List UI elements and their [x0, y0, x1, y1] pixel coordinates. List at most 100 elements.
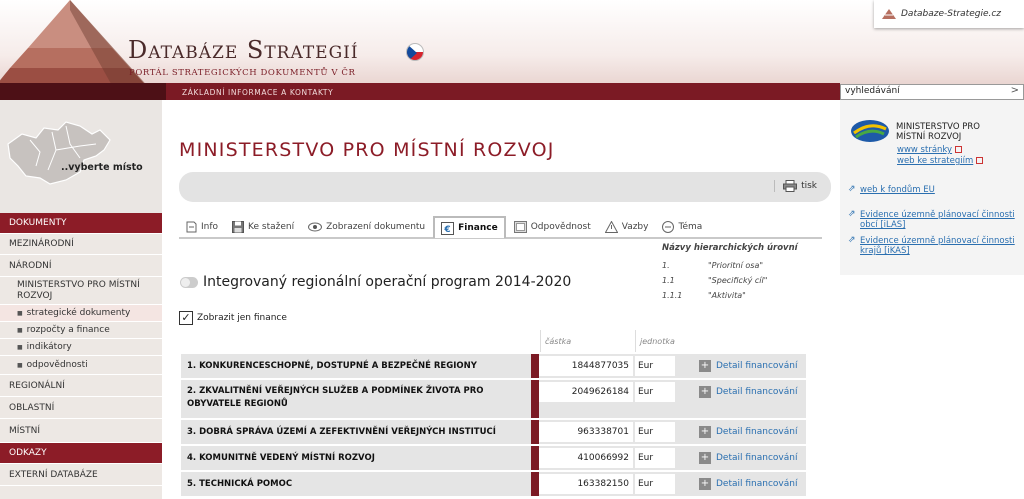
unit-cell: Eur [635, 448, 675, 468]
print-button[interactable]: tisk [774, 180, 817, 192]
detail-financing-link[interactable]: + Detail financování [699, 478, 797, 490]
table-row: 4. KOMUNITNĚ VEDENÝ MÍSTNÍ ROZVOJ 410066… [181, 446, 806, 470]
nav-label: ODKAZY [9, 448, 47, 458]
finance-only-checkbox[interactable]: ✓ [179, 311, 193, 325]
czech-flag-icon [406, 43, 424, 61]
tab-label: Téma [678, 222, 703, 232]
arrow-icon: ⇗ [848, 235, 856, 245]
hierarchy-levels-title: Názvy hierarchických úrovní [662, 243, 798, 253]
nav-national[interactable]: NÁRODNÍ [0, 255, 162, 277]
tab-label: Vazby [621, 222, 649, 232]
detail-label: Detail financování [716, 479, 798, 489]
amount-cell: 1844877035 [539, 356, 633, 376]
column-divider [635, 330, 636, 352]
nav-strategic-documents[interactable]: strategické dokumenty [0, 305, 162, 322]
search-input[interactable]: vyhledávání > [840, 84, 1024, 100]
tab-finance[interactable]: € Finance [433, 216, 506, 238]
nav-international[interactable]: MEZINÁRODNÍ [0, 234, 162, 255]
tab-info[interactable]: Info [179, 217, 224, 237]
row-marker [531, 472, 539, 496]
table-row: 5. TECHNICKÁ POMOC 163382150 Eur + Detail… [181, 472, 806, 496]
tab-topic[interactable]: Téma [656, 217, 708, 237]
tab-relations[interactable]: Vazby [599, 217, 655, 237]
detail-financing-link[interactable]: + Detail financování [699, 452, 797, 464]
external-link-icon [976, 157, 984, 164]
level-number: 1.1 [662, 276, 675, 285]
svg-text:€: € [444, 225, 451, 235]
link-label: Evidence územně plánovací činnosti krajů… [860, 236, 1015, 256]
save-disk-icon [232, 221, 245, 233]
priority-axis-name[interactable]: 3. DOBRÁ SPRÁVA ÚZEMÍ A ZEFEKTIVNĚNÍ VEŘ… [187, 426, 496, 439]
left-sidebar: ..vyberte místo DOKUMENTY MEZINÁRODNÍ NÁ… [0, 100, 162, 499]
plus-icon: + [699, 386, 711, 398]
strategies-web-link[interactable]: web ke strategiím [897, 156, 984, 166]
finance-only-label: Zobrazit jen finance [197, 313, 287, 323]
level-name: "Specifický cíl" [708, 276, 768, 285]
detail-financing-link[interactable]: + Detail financování [699, 426, 797, 438]
finance-only-filter[interactable]: ✓ Zobrazit jen finance [179, 311, 287, 325]
nav-ministry[interactable]: MINISTERSTVO PRO MÍSTNÍ ROZVOJ [0, 277, 162, 305]
detail-financing-link[interactable]: + Detail financování [699, 386, 797, 398]
hierarchy-levels: Názvy hierarchických úrovní 1. "Prioritní… [662, 243, 798, 303]
link-label: Evidence územně plánovací činnosti obcí … [860, 210, 1015, 230]
nav-label: indikátory [26, 342, 72, 352]
nav-local[interactable]: MÍSTNÍ [0, 419, 162, 443]
choose-place-label: ..vyberte místo [61, 162, 143, 173]
program-heading: Integrovaný regionální operační program … [180, 274, 571, 290]
unit-cell: Eur [635, 356, 675, 376]
level-number: 1.1.1 [662, 291, 683, 300]
nav-regional[interactable]: REGIONÁLNÍ [0, 375, 162, 397]
hierarchy-level-row: 1. "Prioritní osa" [662, 258, 798, 273]
print-label: tisk [801, 181, 817, 191]
amount-cell: 2049626184 [539, 382, 633, 402]
unit-cell: Eur [635, 422, 675, 442]
brand-title[interactable]: Databáze Strategií [128, 36, 359, 64]
nav-indicators[interactable]: indikátory [0, 339, 162, 356]
brand-subtitle: PORTÁL STRATEGICKÝCH DOKUMENTŮ V ČR [129, 68, 356, 78]
tab-label: Info [201, 222, 219, 232]
row-marker [531, 446, 539, 470]
priority-axis-name[interactable]: 5. TECHNICKÁ POMOC [187, 478, 292, 491]
topic-circle-icon [662, 221, 675, 233]
arrow-icon: ⇗ [848, 184, 856, 194]
unit-cell: Eur [635, 382, 675, 402]
column-header-amount: částka [545, 337, 572, 346]
nav-external-databases[interactable]: EXTERNÍ DATABÁZE [0, 464, 162, 486]
table-row: 1. KONKURENCESCHOPNÉ, DOSTUPNÉ A BEZPEČN… [181, 354, 806, 378]
nav-area[interactable]: OBLASTNÍ [0, 397, 162, 419]
unit-cell: Eur [635, 474, 675, 494]
nav-label: MÍSTNÍ [9, 425, 41, 436]
expand-toggle-icon[interactable] [180, 276, 198, 288]
row-marker [531, 354, 539, 378]
eye-icon [308, 222, 323, 232]
row-marker [531, 380, 539, 418]
priority-axis-name[interactable]: 1. KONKURENCESCHOPNÉ, DOSTUPNÉ A BEZPEČN… [187, 360, 477, 373]
info-contacts-link[interactable]: ZÁKLADNÍ INFORMACE A KONTAKTY [182, 88, 333, 97]
eu-funds-web-link[interactable]: web k fondům EU [860, 185, 935, 195]
detail-label: Detail financování [716, 361, 798, 371]
priority-axis-name[interactable]: 4. KOMUNITNĚ VEDENÝ MÍSTNÍ ROZVOJ [187, 452, 375, 465]
pyramid-icon [882, 9, 896, 19]
search-arrow-icon[interactable]: > [1011, 85, 1019, 96]
nav-links[interactable]: ODKAZY [0, 443, 162, 464]
region-map[interactable]: ..vyberte místo [0, 100, 162, 213]
tab-downloads[interactable]: Ke stažení [226, 217, 300, 237]
nav-responsibilities[interactable]: odpovědnosti [0, 356, 162, 375]
tab-responsibility[interactable]: Odpovědnost [508, 217, 597, 237]
detail-label: Detail financování [716, 427, 798, 437]
priority-axis-name[interactable]: 2. ZKVALITNĚNÍ VEŘEJNÝCH SLUŽEB A PODMÍN… [187, 385, 517, 411]
ikas-evidence-link[interactable]: Evidence územně plánovací činnosti krajů… [860, 236, 1024, 256]
ilas-evidence-link[interactable]: Evidence územně plánovací činnosti obcí … [860, 210, 1024, 230]
ministry-website-link[interactable]: www stránky [897, 145, 963, 155]
tab-label: Odpovědnost [530, 222, 591, 232]
nav-label: MINISTERSTVO PRO MÍSTNÍ ROZVOJ [17, 279, 140, 301]
link-label: www stránky [897, 145, 953, 155]
responsibility-icon [513, 221, 527, 233]
detail-financing-link[interactable]: + Detail financování [699, 360, 797, 372]
nav-label: EXTERNÍ DATABÁZE [9, 469, 98, 480]
tab-document-view[interactable]: Zobrazení dokumentu [302, 217, 431, 237]
nav-budgets-finance[interactable]: rozpočty a finance [0, 322, 162, 339]
site-tab[interactable]: Databaze-Strategie.cz [874, 0, 1024, 28]
nav-documents[interactable]: DOKUMENTY [0, 213, 162, 234]
warning-triangle-icon [604, 221, 618, 233]
